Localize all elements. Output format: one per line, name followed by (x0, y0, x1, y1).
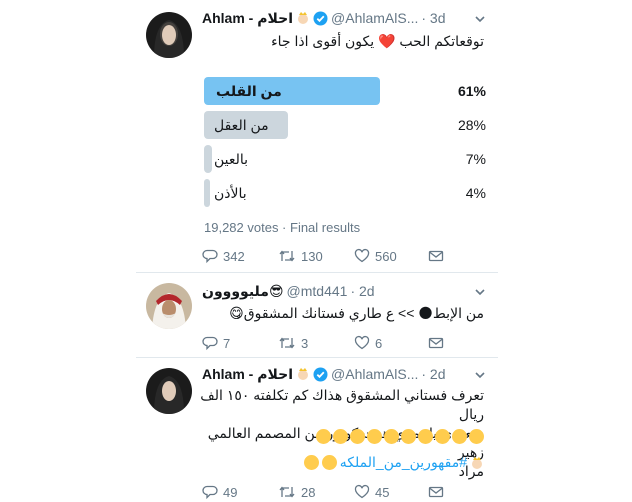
princess-emoji-icon (296, 11, 310, 25)
tongue-emoji-icon (316, 429, 331, 444)
retweet-button[interactable]: 3 (278, 335, 308, 351)
retweet-button[interactable]: 130 (278, 248, 323, 264)
retweet-icon (278, 248, 296, 264)
poll-percent: 61% (457, 83, 486, 99)
tweet-actions: 49 28 45 (202, 484, 492, 502)
chevron-down-icon[interactable] (474, 368, 486, 380)
retweet-count: 28 (301, 484, 316, 500)
avatar[interactable] (146, 368, 192, 414)
timeline: Ahlam - احلام @AhlamAlS... · 3d توقعاتكم… (136, 0, 498, 502)
poll-option-label: بالعين (214, 151, 249, 167)
like-icon (354, 248, 370, 264)
tongue-emoji-icon (367, 429, 382, 444)
tweet-actions: 342 130 560 (202, 248, 492, 266)
author-handle[interactable]: @mtd441 (287, 283, 348, 299)
like-icon (354, 484, 370, 500)
chevron-down-icon[interactable] (474, 285, 486, 297)
hashtag-link[interactable]: #مقهورين_من_الملكه (340, 454, 467, 471)
like-count: 560 (375, 248, 397, 264)
tongue-emoji-icon (384, 429, 399, 444)
poll-percent: 4% (465, 185, 486, 201)
poll-option-label: بالأذن (214, 185, 247, 201)
like-button[interactable]: 560 (354, 248, 397, 264)
tweet-time[interactable]: · 3d (421, 10, 445, 26)
author-name[interactable]: Ahlam - احلام (202, 10, 293, 27)
reply-icon (202, 248, 218, 264)
poll-percent: 28% (457, 117, 486, 133)
dm-icon (428, 248, 444, 264)
tweet-1[interactable]: Ahlam - احلام @AhlamAlS... · 3d توقعاتكم… (136, 0, 498, 272)
reply-button[interactable]: 49 (202, 484, 237, 500)
poll-option: بالأذن 4% (204, 179, 486, 207)
verified-badge-icon (313, 11, 328, 26)
tweet-text-line: تعرف فستاني المشقوق هذاك كم تكلفته ١٥٠ ا… (200, 387, 484, 422)
poll-bar (204, 179, 210, 207)
like-icon (354, 335, 370, 351)
tweet-header: مليوووون😎 @mtd441 · 2d (202, 281, 375, 301)
reply-button[interactable]: 342 (202, 248, 245, 264)
laughing-emoji-icon (469, 429, 484, 444)
tweet-time[interactable]: · 2d (350, 283, 374, 299)
tweet-text: توقعاتكم الحب ❤️ يكون أقوى اذا جاء (271, 33, 484, 49)
poll-percent: 7% (465, 151, 486, 167)
tweet-header: Ahlam - احلام @AhlamAlS... · 2d (202, 364, 446, 384)
tongue-emoji-icon (303, 455, 319, 470)
tongue-emoji-icon (321, 455, 337, 470)
poll-bar (204, 145, 212, 173)
avatar[interactable] (146, 12, 192, 58)
dm-button[interactable] (428, 248, 444, 264)
author-handle[interactable]: @AhlamAlS... (331, 366, 418, 382)
poll-option: من العقل 28% (204, 111, 486, 139)
tweet-header: Ahlam - احلام @AhlamAlS... · 3d (202, 8, 446, 28)
tweet-2[interactable]: مليوووون😎 @mtd441 · 2d من الإبط🌑 >> ع طا… (136, 273, 498, 357)
reply-button[interactable]: 7 (202, 335, 230, 351)
avatar[interactable] (146, 283, 192, 329)
like-button[interactable]: 45 (354, 484, 389, 500)
dm-button[interactable] (428, 484, 444, 500)
author-name[interactable]: Ahlam - احلام (202, 366, 293, 383)
retweet-icon (278, 484, 296, 500)
laughing-emoji-icon (452, 429, 467, 444)
dm-button[interactable] (428, 335, 444, 351)
hashtag-line: #مقهورين_من_الملكه (303, 454, 484, 471)
dm-icon (428, 335, 444, 351)
author-name[interactable]: مليوووون😎 (202, 283, 284, 300)
poll-option-label: من القلب (216, 83, 282, 99)
retweet-button[interactable]: 28 (278, 484, 315, 500)
poll-meta: 19,282 votes · Final results (204, 220, 361, 235)
like-button[interactable]: 6 (354, 335, 382, 351)
like-count: 45 (375, 484, 390, 500)
tweet-text: من الإبط🌑 >> ع طاري فستانك المشقوق😋 (229, 305, 484, 321)
reply-count: 342 (223, 248, 245, 264)
tweet-3[interactable]: Ahlam - احلام @AhlamAlS... · 2d تعرف فست… (136, 358, 498, 502)
poll-option-label: من العقل (214, 117, 269, 133)
emoji-row (316, 429, 484, 444)
tweet-actions: 7 3 6 (202, 335, 492, 353)
dm-icon (428, 484, 444, 500)
tongue-emoji-icon (333, 429, 348, 444)
poll-option: بالعين 7% (204, 145, 486, 173)
verified-badge-icon (313, 367, 328, 382)
tweet-time[interactable]: · 2d (421, 366, 445, 382)
chevron-down-icon[interactable] (474, 12, 486, 24)
tongue-emoji-icon (350, 429, 365, 444)
like-count: 6 (375, 335, 383, 351)
reply-icon (202, 484, 218, 500)
princess-emoji-icon (296, 367, 310, 381)
retweet-count: 3 (301, 335, 309, 351)
retweet-count: 130 (301, 248, 323, 264)
tongue-emoji-icon (401, 429, 416, 444)
reply-icon (202, 335, 218, 351)
tongue-emoji-icon (418, 429, 433, 444)
princess-emoji-icon (470, 456, 484, 470)
reply-count: 49 (223, 484, 238, 500)
reply-count: 7 (223, 335, 231, 351)
poll-option: من القلب 61% (204, 77, 486, 105)
author-handle[interactable]: @AhlamAlS... (331, 10, 418, 26)
retweet-icon (278, 335, 296, 351)
laughing-emoji-icon (435, 429, 450, 444)
